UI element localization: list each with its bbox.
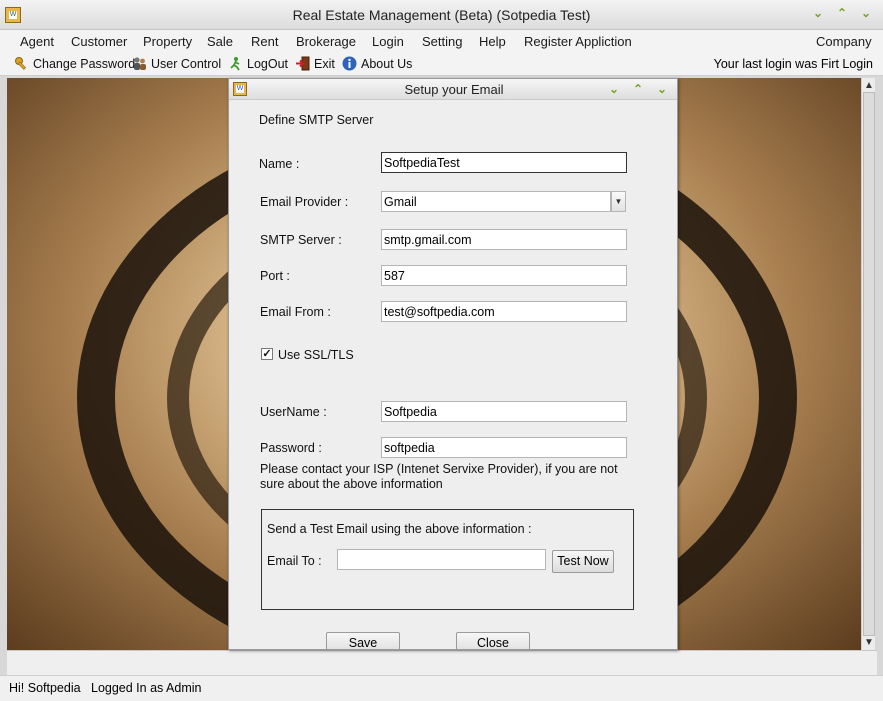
email-setup-dialog: Setup your Email ⌄ ⌃ ⌄ Define SMTP Serve…	[228, 78, 678, 650]
dialog-close-chevron-icon[interactable]: ⌄	[655, 82, 669, 96]
window-controls: ⌄ ⌃ ⌄	[811, 6, 873, 20]
menu-login[interactable]: Login	[372, 34, 404, 49]
user-control-button[interactable]: User Control	[132, 56, 221, 71]
menu-property[interactable]: Property	[143, 34, 192, 49]
scroll-up-icon[interactable]: ▲	[862, 80, 876, 91]
email-to-input[interactable]	[337, 549, 546, 570]
name-label: Name :	[259, 157, 300, 171]
change-password-button[interactable]: Change Password	[14, 56, 135, 71]
close-button[interactable]: Close	[456, 632, 530, 649]
dialog-restore-chevron-icon[interactable]: ⌃	[631, 82, 645, 96]
horizontal-strip	[7, 650, 877, 675]
window-title: Real Estate Management (Beta) (Sotpedia …	[292, 7, 591, 23]
minimize-chevron-icon[interactable]: ⌄	[811, 6, 825, 20]
port-input[interactable]: 587	[381, 265, 627, 286]
last-login-text: Your last login was Firt Login	[713, 57, 873, 71]
password-input[interactable]: softpedia	[381, 437, 627, 458]
status-bar: Hi! Softpedia Logged In as Admin	[0, 675, 883, 701]
exit-icon	[295, 56, 310, 71]
exit-button[interactable]: Exit	[295, 56, 335, 71]
menu-sale[interactable]: Sale	[207, 34, 233, 49]
users-icon	[132, 56, 147, 71]
menu-help[interactable]: Help	[479, 34, 506, 49]
change-password-label: Change Password	[33, 56, 136, 71]
save-button[interactable]: Save	[326, 632, 400, 649]
about-us-label: About Us	[361, 56, 413, 71]
password-label: Password :	[260, 441, 322, 455]
dropdown-arrow-icon[interactable]: ▼	[611, 191, 626, 212]
smtp-input[interactable]: smtp.gmail.com	[381, 229, 627, 250]
smtp-label: SMTP Server :	[260, 233, 342, 247]
test-email-group: Send a Test Email using the above inform…	[261, 509, 634, 610]
username-label: UserName :	[260, 405, 327, 419]
exit-label: Exit	[314, 56, 335, 71]
dialog-minimize-chevron-icon[interactable]: ⌄	[607, 82, 621, 96]
vertical-scrollbar[interactable]: ▲ ▼	[861, 78, 875, 650]
status-text: Hi! Softpedia Logged In as Admin	[9, 681, 202, 695]
menu-rent[interactable]: Rent	[251, 34, 278, 49]
username-input[interactable]: Softpedia	[381, 401, 627, 422]
dialog-controls: ⌄ ⌃ ⌄	[607, 82, 669, 96]
email-from-input[interactable]: test@softpedia.com	[381, 301, 627, 322]
dialog-title-bar: Setup your Email ⌄ ⌃ ⌄	[229, 79, 677, 100]
isp-note: Please contact your ISP (Intenet Servixe…	[260, 462, 618, 491]
email-from-label: Email From :	[260, 305, 331, 319]
name-input[interactable]: SoftpediaTest	[381, 152, 627, 173]
scroll-thumb[interactable]	[863, 92, 875, 636]
menu-customer[interactable]: Customer	[71, 34, 127, 49]
menu-company[interactable]: Company	[816, 34, 872, 49]
logout-button[interactable]: LogOut	[228, 56, 288, 71]
menu-setting[interactable]: Setting	[422, 34, 462, 49]
section-heading: Define SMTP Server	[259, 113, 374, 127]
ssl-checkbox[interactable]: ✓	[261, 348, 273, 360]
provider-label: Email Provider :	[260, 195, 349, 209]
menu-bar: Agent Customer Property Sale Rent Broker…	[0, 30, 883, 52]
toolbar: Change Password User Control LogOut Exit…	[0, 52, 883, 76]
restore-chevron-icon[interactable]: ⌃	[835, 6, 849, 20]
test-group-title: Send a Test Email using the above inform…	[267, 522, 532, 536]
info-icon	[342, 56, 357, 71]
logout-icon	[228, 56, 243, 71]
logout-label: LogOut	[247, 56, 289, 71]
test-now-button[interactable]: Test Now	[552, 550, 614, 573]
menu-agent[interactable]: Agent	[20, 34, 54, 49]
title-bar: Real Estate Management (Beta) (Sotpedia …	[0, 0, 883, 30]
ssl-label: Use SSL/TLS	[278, 348, 354, 362]
menu-register[interactable]: Register Appliction	[524, 34, 632, 49]
provider-select[interactable]: Gmail	[381, 191, 611, 212]
scroll-down-icon[interactable]: ▼	[862, 637, 876, 648]
menu-brokerage[interactable]: Brokerage	[296, 34, 356, 49]
key-icon	[14, 56, 29, 71]
port-label: Port :	[260, 269, 290, 283]
user-control-label: User Control	[151, 56, 222, 71]
close-chevron-icon[interactable]: ⌄	[859, 6, 873, 20]
about-us-button[interactable]: About Us	[342, 56, 412, 71]
email-to-label: Email To :	[267, 554, 322, 568]
